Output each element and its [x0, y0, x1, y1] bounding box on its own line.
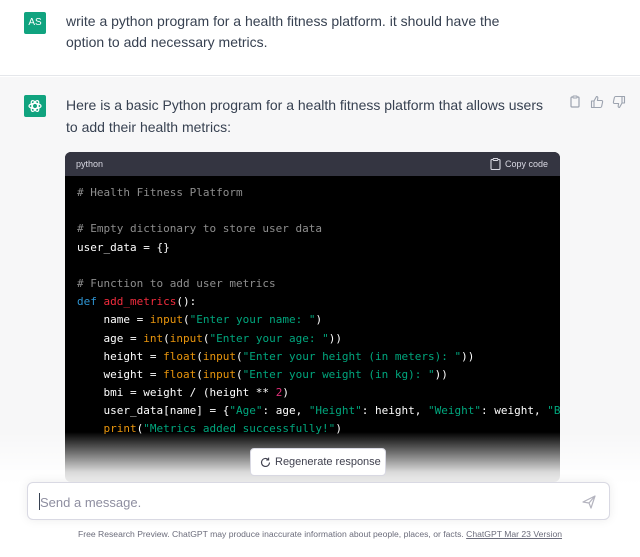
clipboard-icon [490, 158, 501, 171]
code-token: bmi = weight / (height ** [77, 386, 276, 400]
code-token: input [202, 367, 236, 381]
code-token: "BMI" [547, 404, 560, 418]
code-line: name = input("Enter your name: ") [77, 311, 557, 329]
code-token: : height, [361, 404, 429, 418]
code-token: ) [315, 313, 323, 327]
code-token: float [163, 367, 197, 381]
code-line: def add_metrics(): [77, 293, 557, 311]
footer-text: Free Research Preview. ChatGPT may produ… [77, 529, 467, 539]
code-token: : weight, [481, 404, 548, 418]
user-message-text: write a python program for a health fitn… [66, 13, 500, 50]
code-token: weight = [77, 367, 164, 381]
code-token: (): [176, 295, 197, 309]
send-button[interactable] [581, 494, 597, 510]
regenerate-response-button[interactable]: Regenerate response [250, 448, 386, 476]
code-token: ( [196, 367, 203, 381]
code-token: : age, [262, 404, 309, 418]
code-line: height = float(input("Enter your height … [77, 348, 557, 366]
copy-icon[interactable] [568, 95, 582, 109]
code-line: # Function to add user metrics [77, 275, 557, 293]
code-header: python Copy code [65, 152, 560, 176]
code-token: ( [235, 349, 243, 363]
code-token: )) [434, 367, 448, 381]
code-line: weight = float(input("Enter your weight … [77, 366, 557, 384]
code-token: "Enter your age: " [209, 331, 329, 345]
openai-logo-icon [28, 100, 42, 112]
code-token: "Enter your name: " [189, 313, 316, 327]
code-token: input [202, 349, 236, 363]
assistant-message-text: Here is a basic Python program for a hea… [66, 97, 543, 135]
message-composer [27, 482, 610, 520]
message-actions [568, 95, 632, 111]
code-token: ( [163, 331, 170, 345]
code-token: )) [461, 349, 475, 363]
code-line: user_data[name] = {"Age": age, "Height":… [77, 402, 560, 420]
copy-code-button[interactable]: Copy code [490, 156, 548, 172]
user-message: AS write a python program for a health f… [0, 0, 640, 76]
code-line: # Health Fitness Platform [77, 184, 557, 202]
code-token: age = [77, 331, 144, 345]
code-token: ( [235, 367, 243, 381]
footer-disclaimer: Free Research Preview. ChatGPT may produ… [0, 529, 640, 539]
copy-code-label: Copy code [504, 159, 548, 169]
code-content: # Health Fitness Platform # Empty dictio… [77, 184, 560, 439]
code-token: "Enter your height (in meters): " [242, 349, 462, 363]
code-token: add_metrics [103, 295, 177, 309]
assistant-avatar [24, 95, 46, 117]
refresh-icon [260, 457, 271, 467]
message-input[interactable] [40, 493, 560, 511]
code-token: "Height" [308, 404, 362, 418]
code-language: python [76, 159, 104, 169]
code-token: float [163, 349, 197, 363]
code-token: user_data[name] = { [77, 404, 230, 418]
code-line: age = int(input("Enter your age: ")) [77, 330, 557, 348]
code-line: # Empty dictionary to store user data [77, 220, 557, 238]
code-line: user_data = {} [77, 239, 557, 257]
text-caret [39, 493, 40, 510]
code-token: ) [282, 386, 289, 400]
thumbs-up-icon[interactable] [590, 95, 604, 109]
code-token: ( [182, 313, 190, 327]
code-token: def [77, 295, 104, 309]
code-token: "Age" [229, 404, 263, 418]
code-token: input [149, 313, 183, 327]
code-token: ( [196, 349, 203, 363]
version-link[interactable]: ChatGPT Mar 23 Version [466, 529, 562, 539]
user-avatar: AS [24, 12, 46, 34]
code-line: bmi = weight / (height ** 2) [77, 384, 557, 402]
code-token: user_data = {} [77, 240, 170, 254]
regenerate-label: Regenerate response [275, 456, 381, 468]
code-token: # Health Fitness Platform [77, 186, 243, 199]
code-token: int [143, 331, 164, 345]
code-token: "Weight" [428, 404, 482, 418]
code-token: # Empty dictionary to store user data [77, 222, 323, 236]
send-icon [582, 495, 596, 509]
code-token: "Enter your weight (in kg): " [242, 367, 435, 381]
code-token: # Function to add user metrics [77, 276, 276, 290]
code-token: name = [77, 313, 150, 327]
thumbs-down-icon[interactable] [612, 95, 626, 109]
code-token: height = [77, 349, 164, 363]
code-token: input [169, 331, 203, 345]
code-token: )) [328, 331, 342, 345]
